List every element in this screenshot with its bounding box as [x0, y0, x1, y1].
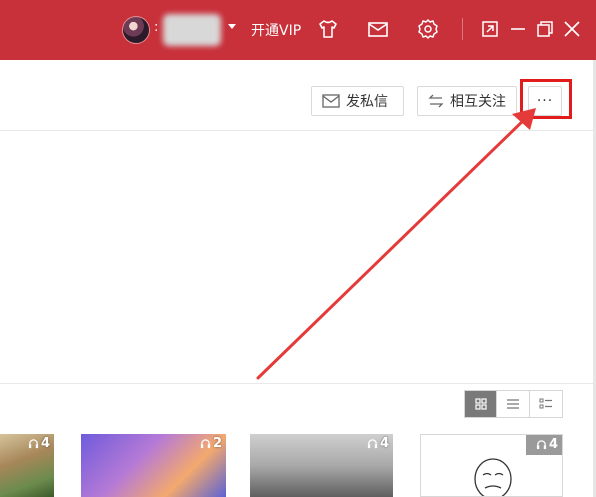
username-blurred — [163, 14, 221, 46]
play-count-value: 4 — [548, 437, 558, 452]
headphones-icon — [200, 439, 211, 449]
close-icon[interactable] — [560, 17, 584, 41]
headphones-icon — [367, 439, 378, 449]
minimize-icon[interactable] — [506, 17, 530, 41]
title-bar: : 开通VIP — [0, 0, 596, 60]
swap-arrows-icon — [428, 94, 444, 108]
grid-icon — [475, 398, 487, 410]
send-message-label: 发私信 — [346, 94, 388, 110]
divider — [0, 130, 593, 131]
detail-list-view-button[interactable] — [530, 391, 562, 417]
title-bar-divider — [462, 18, 463, 40]
envelope-icon — [322, 94, 340, 108]
detail-list-icon — [539, 398, 552, 409]
play-count-value: 4 — [379, 436, 389, 451]
playlist-thumbnail[interactable]: 4 — [0, 434, 54, 497]
highlight-box — [520, 79, 572, 119]
play-count: 4 — [536, 437, 558, 452]
playlist-thumbnail[interactable]: 2 — [81, 434, 226, 497]
list-view-button[interactable] — [497, 391, 530, 417]
send-message-button[interactable]: 发私信 — [311, 86, 404, 116]
profile-content — [0, 60, 596, 497]
maximize-icon[interactable] — [533, 17, 557, 41]
view-mode-toggle — [464, 390, 563, 418]
playlist-thumbnail[interactable]: 4 — [250, 434, 393, 497]
play-count: 4 — [367, 436, 389, 451]
play-count-value: 4 — [40, 436, 50, 451]
shirt-icon[interactable] — [316, 17, 340, 41]
grid-view-button[interactable] — [465, 391, 498, 417]
playlist-thumbnail[interactable]: 4 — [420, 434, 563, 497]
play-count: 2 — [200, 436, 222, 451]
dropdown-caret-icon[interactable] — [228, 24, 236, 29]
restore-small-icon[interactable] — [478, 17, 502, 41]
play-count-value: 2 — [212, 436, 222, 451]
headphones-icon — [536, 440, 547, 450]
play-count: 4 — [28, 436, 50, 451]
mutual-follow-label: 相互关注 — [450, 94, 506, 110]
divider — [0, 383, 593, 384]
mutual-follow-button[interactable]: 相互关注 — [417, 86, 517, 116]
list-icon — [507, 399, 520, 409]
username-text[interactable]: : — [154, 20, 158, 35]
open-vip-link[interactable]: 开通VIP — [251, 20, 301, 40]
avatar[interactable] — [122, 16, 150, 44]
mail-icon[interactable] — [366, 17, 390, 41]
headphones-icon — [28, 439, 39, 449]
meme-face-sketch — [474, 458, 512, 496]
gear-icon[interactable] — [416, 17, 440, 41]
